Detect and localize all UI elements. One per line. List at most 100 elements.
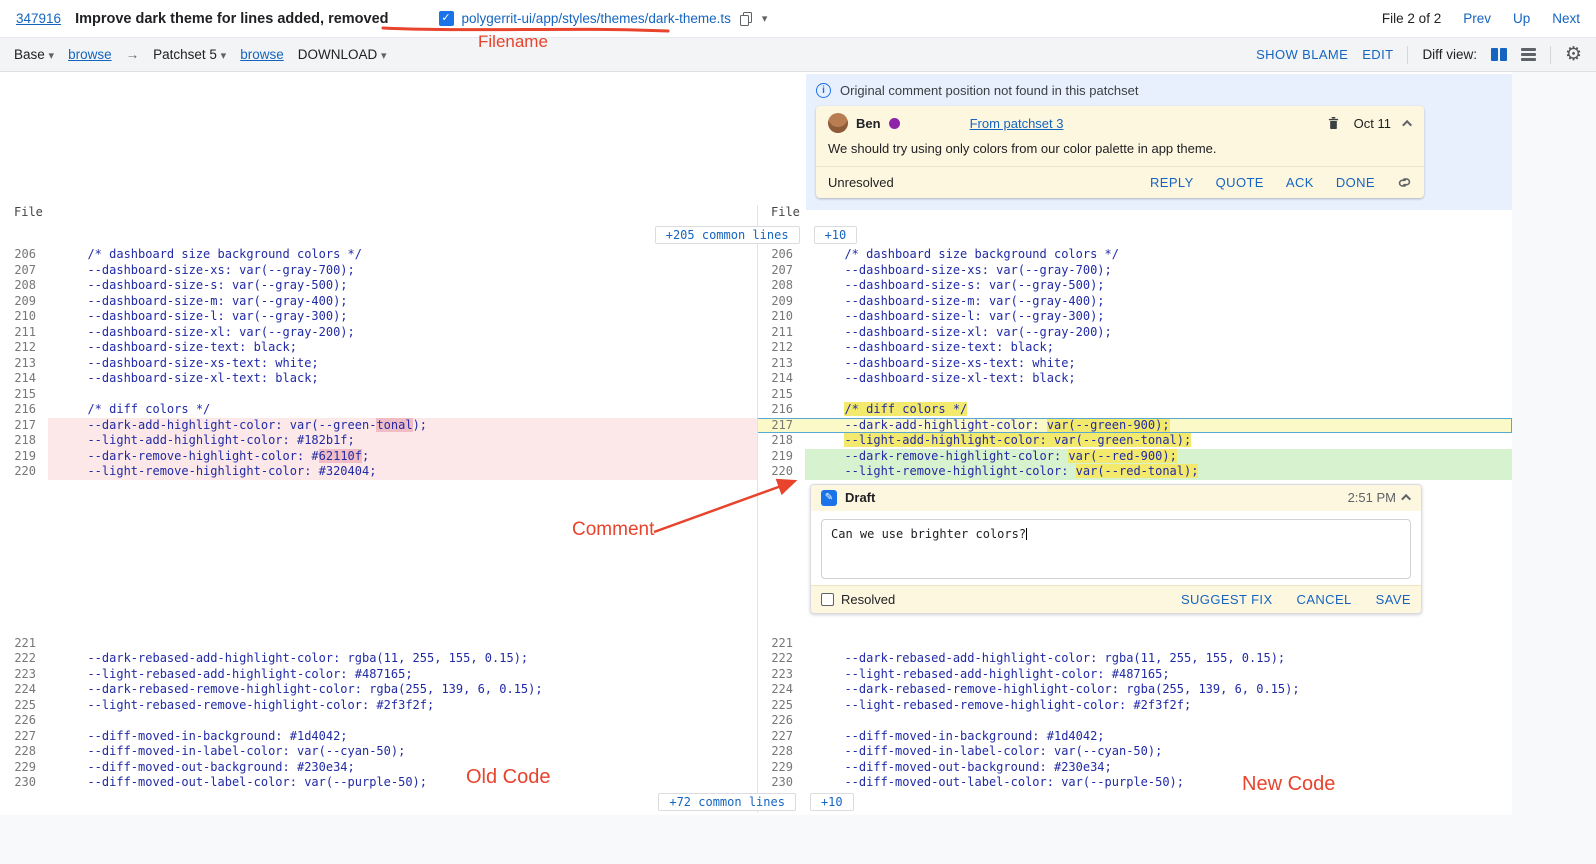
cancel-button[interactable]: CANCEL	[1297, 592, 1352, 607]
comment-card: Ben From patchset 3 Oct 11 We should try…	[816, 106, 1424, 198]
line-number[interactable]: 228	[0, 744, 48, 760]
file-dropdown-caret-icon[interactable]: ▾	[762, 12, 768, 25]
browse-patchset-link[interactable]: browse	[240, 47, 284, 62]
line-number[interactable]: 218	[0, 433, 48, 449]
draft-collapse-chevron-icon[interactable]	[1401, 494, 1411, 504]
next-file-link[interactable]: Next	[1552, 11, 1580, 26]
diff-line-left-228: 228 --diff-moved-in-label-color: var(--c…	[0, 744, 757, 760]
line-number[interactable]: 218	[757, 433, 805, 449]
line-number[interactable]: 220	[757, 464, 805, 480]
show-blame-button[interactable]: SHOW BLAME	[1256, 47, 1348, 62]
line-number[interactable]: 217	[757, 418, 805, 434]
line-number[interactable]: 226	[757, 713, 805, 729]
line-number[interactable]: 222	[757, 651, 805, 667]
line-number[interactable]: 210	[757, 309, 805, 325]
code-text: --dark-add-highlight-color: var(--green-…	[805, 418, 1512, 434]
line-number[interactable]: 212	[0, 340, 48, 356]
expand-ten-lines-button[interactable]: +10	[814, 226, 858, 244]
base-patchset-dropdown[interactable]: Base ▾	[14, 47, 54, 62]
line-number[interactable]: 217	[0, 418, 48, 434]
copy-path-icon[interactable]	[739, 11, 754, 27]
line-number[interactable]: 228	[757, 744, 805, 760]
line-number[interactable]: 229	[757, 760, 805, 776]
copy-link-icon[interactable]	[1397, 175, 1412, 190]
line-number[interactable]: 229	[0, 760, 48, 776]
side-by-side-view-icon[interactable]	[1491, 48, 1507, 61]
line-number[interactable]: 230	[0, 775, 48, 791]
reply-button[interactable]: REPLY	[1150, 175, 1194, 190]
patchset-dropdown[interactable]: Patchset 5 ▾	[153, 47, 226, 62]
line-number[interactable]: 220	[0, 464, 48, 480]
resolved-checkbox[interactable]	[821, 593, 834, 606]
code-text: --dashboard-size-xs-text: white;	[48, 356, 757, 372]
line-number[interactable]: 209	[757, 294, 805, 310]
line-number[interactable]: 207	[0, 263, 48, 279]
unified-view-icon[interactable]	[1521, 48, 1536, 61]
line-number[interactable]: 213	[757, 356, 805, 372]
line-number[interactable]: 222	[0, 651, 48, 667]
file-path-link[interactable]: polygerrit-ui/app/styles/themes/dark-the…	[462, 11, 731, 26]
line-number[interactable]: 227	[757, 729, 805, 745]
line-number[interactable]: 214	[757, 371, 805, 387]
preferences-gear-icon[interactable]: ⚙	[1565, 45, 1582, 64]
expand-common-lines-bottom-button[interactable]: +72 common lines	[658, 793, 796, 811]
line-number[interactable]: 215	[0, 387, 48, 403]
right-pane-block-1: 206 /* dashboard size background colors …	[757, 247, 1512, 480]
line-number[interactable]: 215	[757, 387, 805, 403]
done-button[interactable]: DONE	[1336, 175, 1375, 190]
line-number[interactable]: 213	[0, 356, 48, 372]
expand-ten-lines-bottom-button[interactable]: +10	[810, 793, 854, 811]
line-number[interactable]: 207	[757, 263, 805, 279]
line-number[interactable]: 224	[0, 682, 48, 698]
code-text: --dark-rebased-remove-highlight-color: r…	[805, 682, 1512, 698]
diff-line-left-224: 224 --dark-rebased-remove-highlight-colo…	[0, 682, 757, 698]
line-number[interactable]: 221	[757, 636, 805, 652]
download-dropdown[interactable]: DOWNLOAD ▾	[298, 47, 387, 62]
line-number[interactable]: 212	[757, 340, 805, 356]
line-number[interactable]: 216	[0, 402, 48, 418]
line-number[interactable]: 216	[757, 402, 805, 418]
up-link[interactable]: Up	[1513, 11, 1530, 26]
prev-file-link[interactable]: Prev	[1463, 11, 1491, 26]
line-number[interactable]: 221	[0, 636, 48, 652]
draft-body: Can we use brighter colors?	[811, 511, 1421, 585]
line-number[interactable]: 209	[0, 294, 48, 310]
line-number[interactable]: 223	[0, 667, 48, 683]
save-button[interactable]: SAVE	[1376, 592, 1411, 607]
line-number[interactable]: 210	[0, 309, 48, 325]
edit-button[interactable]: EDIT	[1362, 47, 1393, 62]
code-text	[48, 636, 757, 652]
from-patchset-link[interactable]: From patchset 3	[970, 116, 1064, 131]
line-number[interactable]: 226	[0, 713, 48, 729]
line-number[interactable]: 224	[757, 682, 805, 698]
line-number[interactable]: 211	[757, 325, 805, 341]
diff-view-label: Diff view:	[1422, 47, 1477, 62]
change-number-link[interactable]: 347916	[16, 11, 61, 26]
line-number[interactable]: 219	[757, 449, 805, 465]
line-number[interactable]: 211	[0, 325, 48, 341]
line-number[interactable]: 214	[0, 371, 48, 387]
browse-base-link[interactable]: browse	[68, 47, 112, 62]
line-number[interactable]: 227	[0, 729, 48, 745]
file-reviewed-checkbox[interactable]: ✓	[439, 11, 454, 26]
line-number[interactable]: 206	[0, 247, 48, 263]
line-number[interactable]: 225	[757, 698, 805, 714]
suggest-fix-button[interactable]: SUGGEST FIX	[1181, 592, 1273, 607]
diff-line-right-227: 227 --diff-moved-in-background: #1d4042;	[757, 729, 1512, 745]
delete-comment-icon[interactable]	[1327, 116, 1340, 130]
line-number[interactable]: 206	[757, 247, 805, 263]
author-emoji-badge	[889, 118, 900, 129]
draft-comment-input[interactable]: Can we use brighter colors?	[821, 519, 1411, 579]
code-text	[805, 387, 1512, 403]
line-number[interactable]: 219	[0, 449, 48, 465]
ack-button[interactable]: ACK	[1286, 175, 1314, 190]
line-number[interactable]: 230	[757, 775, 805, 791]
line-number[interactable]: 208	[757, 278, 805, 294]
thread-collapse-chevron-icon[interactable]	[1402, 119, 1412, 129]
line-number[interactable]: 208	[0, 278, 48, 294]
line-number[interactable]: 225	[0, 698, 48, 714]
quote-button[interactable]: QUOTE	[1216, 175, 1264, 190]
diff-line-left-227: 227 --diff-moved-in-background: #1d4042;	[0, 729, 757, 745]
line-number[interactable]: 223	[757, 667, 805, 683]
expand-common-lines-button[interactable]: +205 common lines	[655, 226, 800, 244]
